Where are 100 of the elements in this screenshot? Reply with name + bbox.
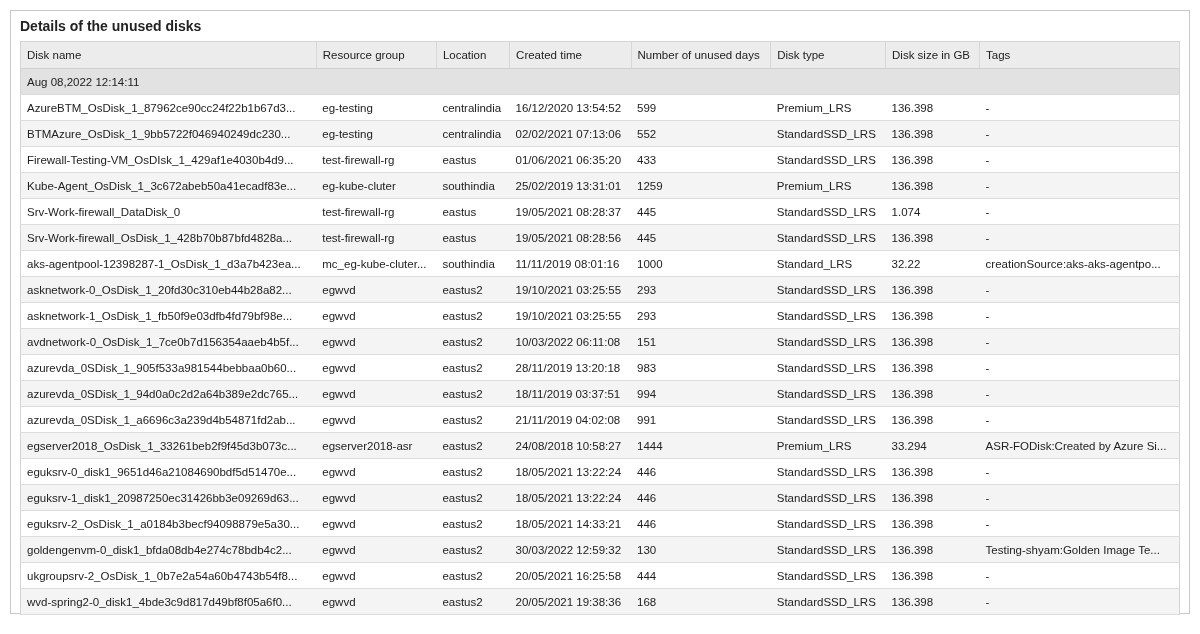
table-cell: Premium_LRS [770, 432, 886, 459]
table-cell: 136.398 [885, 328, 980, 355]
table-cell: 136.398 [885, 224, 980, 251]
table-cell: StandardSSD_LRS [770, 380, 886, 407]
table-cell: eastus2 [436, 276, 510, 303]
table-cell: eastus2 [436, 432, 510, 459]
table-cell: eg-kube-cluter [316, 172, 437, 199]
table-cell: egwvd [316, 406, 437, 433]
table-cell: centralindia [436, 94, 510, 121]
table-cell: 1.074 [885, 198, 980, 225]
table-cell: 136.398 [885, 94, 980, 121]
table-cell: - [979, 224, 1180, 251]
table-cell: - [979, 94, 1180, 121]
table-cell: 136.398 [885, 510, 980, 537]
column-header[interactable]: Disk type [770, 41, 886, 69]
table-cell: StandardSSD_LRS [770, 354, 886, 381]
table-cell: 1259 [631, 172, 771, 199]
table-cell: asknetwork-1_OsDisk_1_fb50f9e03dfb4fd79bf98e... [20, 302, 317, 329]
table-cell: 445 [631, 198, 771, 225]
table-cell: AzureBTM_OsDisk_1_87962ce90cc24f22b1b67d3... [20, 94, 317, 121]
table-cell: egwvd [316, 380, 437, 407]
table-cell: 446 [631, 510, 771, 537]
table-cell: 552 [631, 120, 771, 147]
table-cell: 136.398 [885, 172, 980, 199]
table-cell: Standard_LRS [770, 250, 886, 277]
table-cell: eastus2 [436, 484, 510, 511]
table-cell: StandardSSD_LRS [770, 406, 886, 433]
table-cell: 18/11/2019 03:37:51 [509, 380, 632, 407]
table-cell: 446 [631, 458, 771, 485]
table-cell: 1000 [631, 250, 771, 277]
column-header[interactable]: Disk size in GB [885, 41, 980, 69]
table-cell: - [979, 198, 1180, 225]
table-cell: 18/05/2021 13:22:24 [509, 458, 632, 485]
table-cell: eguksrv-1_disk1_20987250ec31426bb3e09269d63... [20, 484, 317, 511]
table-cell: 130 [631, 536, 771, 563]
table-cell: 444 [631, 562, 771, 589]
table-cell: StandardSSD_LRS [770, 484, 886, 511]
table-cell: eg-testing [316, 94, 437, 121]
column-header[interactable]: Location [436, 41, 510, 69]
table-cell: eguksrv-2_OsDisk_1_a0184b3becf94098879e5a30... [20, 510, 317, 537]
table-cell: StandardSSD_LRS [770, 302, 886, 329]
table-cell: Testing-shyam:Golden Image Te... [979, 536, 1180, 563]
table-cell: egwvd [316, 276, 437, 303]
table-cell: 18/05/2021 14:33:21 [509, 510, 632, 537]
table-cell: test-firewall-rg [316, 198, 437, 225]
table-cell: azurevda_0SDisk_1_94d0a0c2d2a64b389e2dc765... [20, 380, 317, 407]
table-cell: eguksrv-0_disk1_9651d46a21084690bdf5d51470e... [20, 458, 317, 485]
table-cell: - [979, 406, 1180, 433]
table-cell: 293 [631, 302, 771, 329]
table-cell: goldengenvm-0_disk1_bfda08db4e274c78bdb4c2... [20, 536, 317, 563]
column-header[interactable]: Disk name [20, 41, 317, 69]
table-cell: StandardSSD_LRS [770, 198, 886, 225]
table-cell: 33.294 [885, 432, 980, 459]
table-cell: 991 [631, 406, 771, 433]
table-cell: 19/05/2021 08:28:56 [509, 224, 632, 251]
table-cell: - [979, 510, 1180, 537]
group-header[interactable]: Aug 08,2022 12:14:11 [20, 68, 1180, 95]
table-cell: Srv-Work-firewall_OsDisk_1_428b70b87bfd4828a... [20, 224, 317, 251]
table-cell: egwvd [316, 458, 437, 485]
table-cell: 136.398 [885, 562, 980, 589]
table-cell: test-firewall-rg [316, 224, 437, 251]
table-cell: Premium_LRS [770, 94, 886, 121]
table-cell: - [979, 458, 1180, 485]
table-cell: 10/03/2022 06:11:08 [509, 328, 632, 355]
table-cell: egserver2018-asr [316, 432, 437, 459]
table-cell: 11/11/2019 08:01:16 [509, 250, 632, 277]
table-cell: 02/02/2021 07:13:06 [509, 120, 632, 147]
table-cell: egserver2018_OsDisk_1_33261beb2f9f45d3b073c... [20, 432, 317, 459]
table-cell: 136.398 [885, 354, 980, 381]
table-cell: southindia [436, 172, 510, 199]
table-cell: - [979, 328, 1180, 355]
table-cell: 19/05/2021 08:28:37 [509, 198, 632, 225]
table-cell: eastus2 [436, 302, 510, 329]
column-header[interactable]: Number of unused days [631, 41, 771, 69]
table-cell: egwvd [316, 510, 437, 537]
table-cell: 19/10/2021 03:25:55 [509, 302, 632, 329]
table-cell: eastus2 [436, 536, 510, 563]
table-cell: centralindia [436, 120, 510, 147]
table-cell: avdnetwork-0_OsDisk_1_7ce0b7d156354aaeb4b5f... [20, 328, 317, 355]
table-cell: mc_eg-kube-cluter... [316, 250, 437, 277]
table-cell: eastus2 [436, 458, 510, 485]
table-cell: southindia [436, 250, 510, 277]
table-cell: 136.398 [885, 276, 980, 303]
table-cell: - [979, 380, 1180, 407]
table-cell: 599 [631, 94, 771, 121]
table-cell: egwvd [316, 354, 437, 381]
column-header[interactable]: Tags [979, 41, 1180, 69]
table-cell: 28/11/2019 13:20:18 [509, 354, 632, 381]
table-cell: 136.398 [885, 380, 980, 407]
column-header[interactable]: Resource group [316, 41, 437, 69]
table-cell: 168 [631, 588, 771, 615]
table-cell: eastus2 [436, 510, 510, 537]
table-cell: 32.22 [885, 250, 980, 277]
table-cell: eastus [436, 224, 510, 251]
table-cell: eastus2 [436, 588, 510, 615]
table-cell: 21/11/2019 04:02:08 [509, 406, 632, 433]
column-header[interactable]: Created time [509, 41, 632, 69]
table-cell: 24/08/2018 10:58:27 [509, 432, 632, 459]
table-cell: 136.398 [885, 120, 980, 147]
table-cell: - [979, 484, 1180, 511]
